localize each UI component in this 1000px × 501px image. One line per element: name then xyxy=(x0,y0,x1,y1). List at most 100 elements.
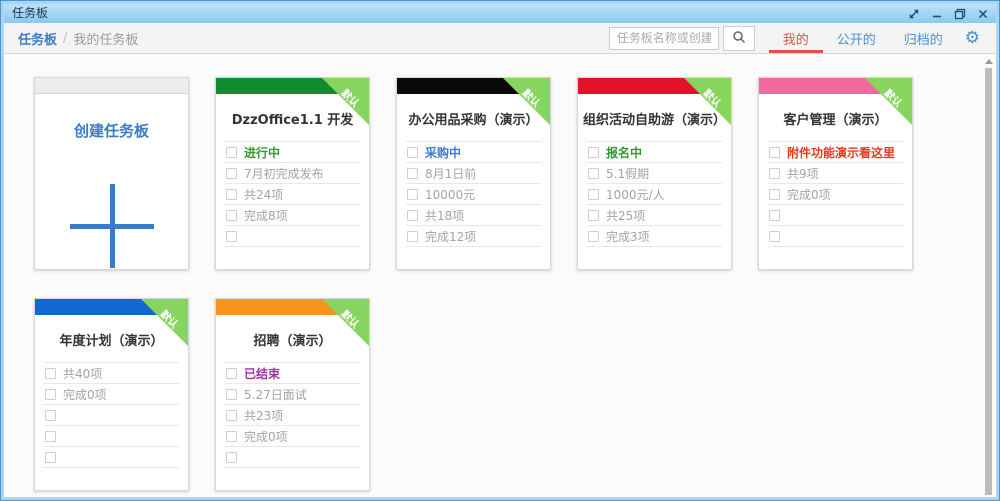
checkbox-icon[interactable] xyxy=(588,147,599,158)
restore-icon[interactable] xyxy=(953,7,967,21)
checkbox-icon[interactable] xyxy=(769,210,780,221)
card-item[interactable]: 采购中 xyxy=(406,142,541,163)
expand-icon[interactable] xyxy=(907,7,921,21)
create-card-title: 创建任务板 xyxy=(35,94,188,154)
card-item[interactable]: 共24项 xyxy=(225,184,360,205)
card-item-label: 已结束 xyxy=(244,365,280,382)
checkbox-icon[interactable] xyxy=(407,210,418,221)
checkbox-icon[interactable] xyxy=(226,389,237,400)
task-board-card[interactable]: 默认 招聘（演示） 已结束5.27日面试共23项完成0项 xyxy=(215,298,370,491)
checkbox-icon[interactable] xyxy=(45,410,56,421)
tab-public[interactable]: 公开的 xyxy=(823,23,890,53)
checkbox-icon[interactable] xyxy=(588,168,599,179)
ribbon-label: 默认 xyxy=(696,80,731,115)
task-board-card[interactable]: 默认 年度计划（演示） 共40项完成0项 xyxy=(34,298,189,491)
card-item[interactable]: 已结束 xyxy=(225,363,360,384)
card-item-list: 报名中 5.1假期 1000元/人共25项完成3项 xyxy=(587,141,722,247)
checkbox-icon[interactable] xyxy=(226,410,237,421)
card-item-list: 进行中 7月初完成发布共24项完成8项 xyxy=(225,141,360,247)
card-item[interactable] xyxy=(44,405,179,426)
card-item[interactable]: 共25项 xyxy=(587,205,722,226)
card-item[interactable]: 报名中 xyxy=(587,142,722,163)
card-item-label: 7月初完成发布 xyxy=(244,165,324,182)
card-item[interactable]: 完成8项 xyxy=(225,205,360,226)
card-item[interactable]: 5.27日面试 xyxy=(225,384,360,405)
card-item[interactable]: 完成0项 xyxy=(225,426,360,447)
minimize-icon[interactable] xyxy=(930,7,944,21)
tab-archived[interactable]: 归档的 xyxy=(890,23,957,53)
scrollbar-thumb[interactable] xyxy=(985,68,992,495)
card-item[interactable]: 共18项 xyxy=(406,205,541,226)
card-item[interactable]: 7月初完成发布 xyxy=(225,163,360,184)
card-item[interactable]: 共23项 xyxy=(225,405,360,426)
card-item[interactable]: 完成0项 xyxy=(44,384,179,405)
card-item[interactable]: 进行中 xyxy=(225,142,360,163)
checkbox-icon[interactable] xyxy=(45,452,56,463)
card-item-label: 共24项 xyxy=(244,186,283,203)
card-item[interactable]: 共40项 xyxy=(44,363,179,384)
card-item[interactable]: 5.1假期 xyxy=(587,163,722,184)
checkbox-icon[interactable] xyxy=(769,168,780,179)
task-board-card[interactable]: 默认 组织活动自助游（演示） 报名中5.1假期1000元/人共25项完成3项 xyxy=(577,77,732,270)
checkbox-icon[interactable] xyxy=(407,231,418,242)
checkbox-icon[interactable] xyxy=(226,368,237,379)
ribbon-label: 默认 xyxy=(153,301,188,336)
card-item[interactable]: 10000元 xyxy=(406,184,541,205)
card-item-label: 完成12项 xyxy=(425,228,476,245)
breadcrumb-root[interactable]: 任务板 xyxy=(18,29,57,48)
checkbox-icon[interactable] xyxy=(226,452,237,463)
card-item[interactable]: 完成12项 xyxy=(406,226,541,247)
card-item[interactable] xyxy=(225,226,360,247)
card-item[interactable] xyxy=(44,447,179,468)
card-item[interactable] xyxy=(225,447,360,468)
card-item[interactable] xyxy=(768,205,903,226)
checkbox-icon[interactable] xyxy=(226,189,237,200)
checkbox-icon[interactable] xyxy=(407,147,418,158)
checkbox-icon[interactable] xyxy=(588,210,599,221)
checkbox-icon[interactable] xyxy=(588,231,599,242)
card-item[interactable]: 1000元/人 xyxy=(587,184,722,205)
gear-icon[interactable]: ⚙ xyxy=(965,30,980,47)
checkbox-icon[interactable] xyxy=(407,189,418,200)
card-item[interactable]: 完成0项 xyxy=(768,184,903,205)
checkbox-icon[interactable] xyxy=(45,389,56,400)
card-item-list: 共40项完成0项 xyxy=(44,362,179,468)
close-icon[interactable] xyxy=(976,7,990,21)
checkbox-icon[interactable] xyxy=(226,210,237,221)
card-item[interactable] xyxy=(44,426,179,447)
card-item[interactable]: 附件功能演示看这里 xyxy=(768,142,903,163)
create-card-header xyxy=(35,78,188,94)
card-item-label: 进行中 xyxy=(244,144,280,161)
card-item[interactable]: 共9项 xyxy=(768,163,903,184)
checkbox-icon[interactable] xyxy=(407,168,418,179)
scroll-up-icon[interactable] xyxy=(985,59,993,64)
card-item[interactable]: 完成3项 xyxy=(587,226,722,247)
scrollbar[interactable] xyxy=(984,57,993,495)
card-item[interactable] xyxy=(768,226,903,247)
window-title: 任务板 xyxy=(12,4,907,23)
tab-mine[interactable]: 我的 xyxy=(769,23,823,53)
task-board-card[interactable]: 默认 客户管理（演示） 附件功能演示看这里共9项完成0项 xyxy=(758,77,913,270)
checkbox-icon[interactable] xyxy=(226,431,237,442)
search-button[interactable] xyxy=(723,26,755,51)
task-board-card[interactable]: 默认 办公用品采购（演示） 采购中8月1日前10000元共18项完成12项 xyxy=(396,77,551,270)
checkbox-icon[interactable] xyxy=(45,431,56,442)
search-input[interactable] xyxy=(609,27,719,50)
title-bar[interactable]: 任务板 xyxy=(4,4,996,23)
card-item-label: 5.1假期 xyxy=(606,165,649,182)
checkbox-icon[interactable] xyxy=(769,147,780,158)
toolbar: 任务板 / 我的任务板 我的 公开的 xyxy=(4,23,996,54)
breadcrumb-current: 我的任务板 xyxy=(73,29,138,48)
task-board-card[interactable]: 默认 DzzOffice1.1 开发 进行中7月初完成发布共24项完成8项 xyxy=(215,77,370,270)
checkbox-icon[interactable] xyxy=(588,189,599,200)
card-item-label: 共40项 xyxy=(63,365,102,382)
checkbox-icon[interactable] xyxy=(226,168,237,179)
checkbox-icon[interactable] xyxy=(226,231,237,242)
checkbox-icon[interactable] xyxy=(45,368,56,379)
create-board-card[interactable]: 创建任务板 xyxy=(34,77,189,270)
checkbox-icon[interactable] xyxy=(769,231,780,242)
checkbox-icon[interactable] xyxy=(226,147,237,158)
checkbox-icon[interactable] xyxy=(769,189,780,200)
card-item-label: 采购中 xyxy=(425,144,461,161)
card-item[interactable]: 8月1日前 xyxy=(406,163,541,184)
